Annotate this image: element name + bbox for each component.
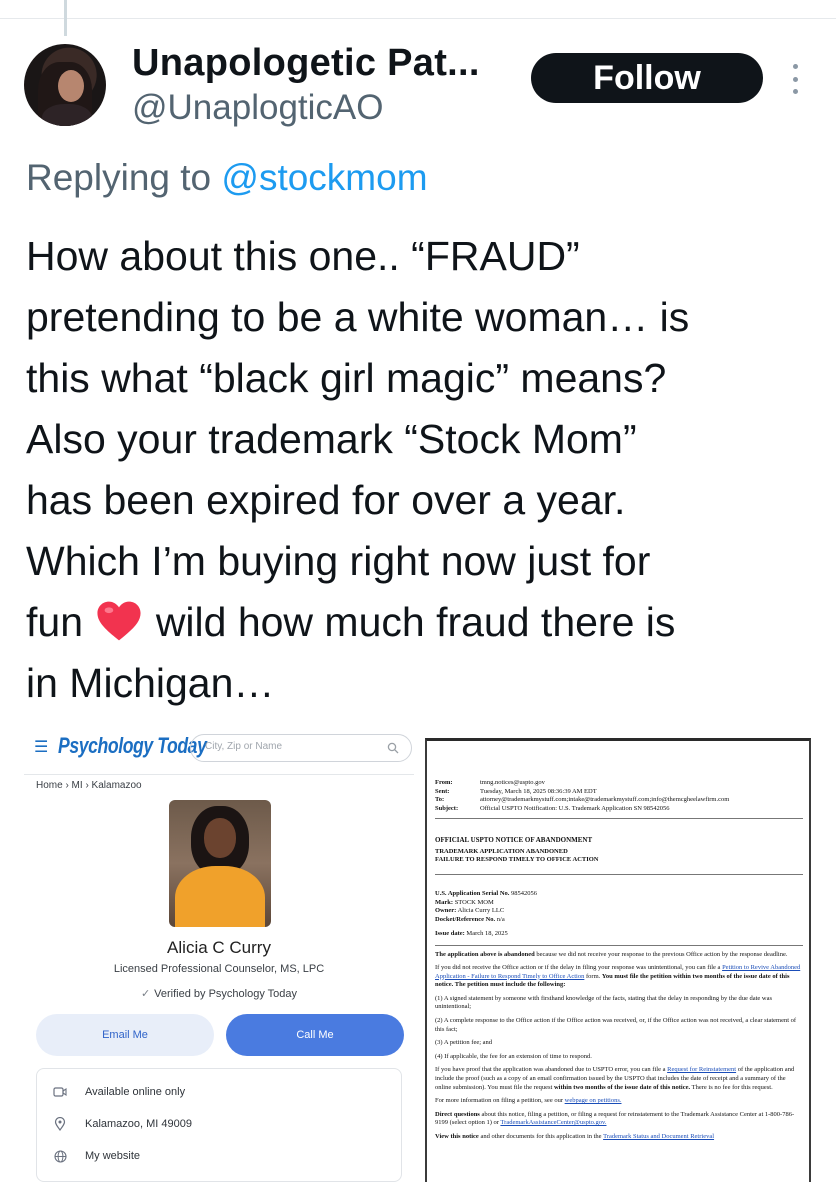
docket-number: Docket/Reference No. n/a bbox=[435, 915, 505, 923]
globe-icon bbox=[53, 1149, 67, 1163]
notice-paragraph: Direct questions about this notice, fili… bbox=[435, 1110, 795, 1127]
heart-emoji-icon bbox=[97, 601, 141, 641]
notice-paragraph: If you did not receive the Office action… bbox=[435, 964, 801, 989]
owner: Owner: Alicia Curry LLC bbox=[435, 907, 505, 914]
thread-connector-line bbox=[64, 0, 67, 36]
notice-list-item: (2) A complete response to the Office ac… bbox=[435, 1017, 797, 1033]
email-header-row: Sent: Tuesday, March 18, 2025 08:36:39 AM… bbox=[435, 787, 597, 795]
more-options-icon[interactable] bbox=[789, 64, 801, 94]
tweet-line: Which I’m buying right now just for bbox=[26, 538, 651, 584]
serial-number: U.S. Application Serial No. 98542056 bbox=[435, 890, 538, 897]
breadcrumb: Home › MI › Kalamazoo bbox=[36, 780, 142, 791]
location-row: Kalamazoo, MI 49009 bbox=[53, 1117, 192, 1131]
search-icon bbox=[387, 742, 399, 754]
psychology-today-logo: Psychology Today bbox=[58, 733, 207, 758]
follow-button[interactable]: Follow bbox=[531, 53, 763, 103]
uspto-notice-image[interactable]: From: tmng.notices@uspto.gov Sent: Tuesday… bbox=[425, 738, 811, 1182]
pt-search-field: City, Zip or Name bbox=[190, 734, 412, 762]
location-pin-icon bbox=[53, 1117, 67, 1131]
tweet-line: fun wild how much fraud there is bbox=[26, 599, 676, 645]
pt-info-box: Available online only Kalamazoo, MI 4900… bbox=[36, 1068, 402, 1182]
user-handle[interactable]: @UnaplogticAO bbox=[132, 88, 383, 128]
verified-badge: ✓ Verified by Psychology Today bbox=[140, 988, 298, 1000]
pt-header: ☰ Psychology Today City, Zip or Name bbox=[24, 730, 414, 766]
notice-paragraph: If you have proof that the application w… bbox=[435, 1066, 795, 1091]
tweet-line: pretending to be a white woman… is bbox=[26, 294, 690, 340]
availability-row: Available online only bbox=[53, 1085, 185, 1099]
notice-list-item: (1) A signed statement by someone with f… bbox=[435, 994, 773, 1011]
therapist-photo bbox=[169, 800, 271, 927]
replying-to-label: Replying to bbox=[26, 157, 212, 198]
tweet-line: Also your trademark “Stock Mom” bbox=[26, 416, 637, 462]
video-icon bbox=[53, 1085, 67, 1099]
notice-list-item: (4) If applicable, the fee for an extens… bbox=[435, 1052, 592, 1060]
psychology-today-image[interactable]: ☰ Psychology Today City, Zip or Name Hom… bbox=[24, 730, 414, 1182]
notice-subtitle: FAILURE TO RESPOND TIMELY TO OFFICE ACTI… bbox=[435, 856, 599, 863]
pt-search-placeholder: City, Zip or Name bbox=[205, 741, 283, 752]
email-header-row: Subject: Official USPTO Notification: U.S… bbox=[435, 804, 670, 812]
therapist-credentials: Licensed Professional Counselor, MS, LPC bbox=[113, 963, 325, 975]
tweet-line: has been expired for over a year. bbox=[26, 477, 626, 523]
tweet-line: this what “black girl magic” means? bbox=[26, 355, 667, 401]
call-me-button: Call Me bbox=[226, 1014, 404, 1056]
top-divider bbox=[0, 18, 836, 19]
website-row: My website bbox=[53, 1149, 140, 1163]
notice-paragraph: For more information on filing a petitio… bbox=[435, 1097, 622, 1105]
tweet-line: How about this one.. “FRAUD” bbox=[26, 233, 580, 279]
verified-check-icon: ✓ bbox=[140, 988, 151, 1000]
avatar[interactable] bbox=[24, 44, 106, 126]
notice-title: OFFICIAL USPTO NOTICE OF ABANDONMENT bbox=[435, 836, 593, 844]
notice-paragraph: View this notice and other documents for… bbox=[435, 1133, 715, 1140]
reply-mention-link[interactable]: @stockmom bbox=[221, 157, 427, 198]
mark: Mark: STOCK MOM bbox=[435, 898, 494, 906]
email-me-button: Email Me bbox=[36, 1014, 214, 1056]
therapist-name: Alicia C Curry bbox=[167, 938, 271, 957]
notice-paragraph: The application above is abandoned becau… bbox=[435, 950, 788, 958]
hamburger-menu-icon: ☰ bbox=[34, 739, 49, 756]
email-header-row: To: attorney@trademarkmystuff.com;intake@… bbox=[435, 796, 730, 803]
display-name[interactable]: Unapologetic Pat... bbox=[132, 42, 480, 85]
issue-date: Issue date: March 18, 2025 bbox=[435, 930, 508, 937]
notice-subtitle: TRADEMARK APPLICATION ABANDONED bbox=[435, 848, 568, 855]
replying-to: Replying to @stockmom bbox=[26, 157, 428, 199]
notice-list-item: (3) A petition fee; and bbox=[435, 1039, 493, 1047]
tweet-text: How about this one.. “FRAUD” pretending … bbox=[26, 226, 816, 714]
tweet-line: in Michigan… bbox=[26, 660, 275, 706]
email-header-row: From: tmng.notices@uspto.gov bbox=[435, 779, 545, 786]
